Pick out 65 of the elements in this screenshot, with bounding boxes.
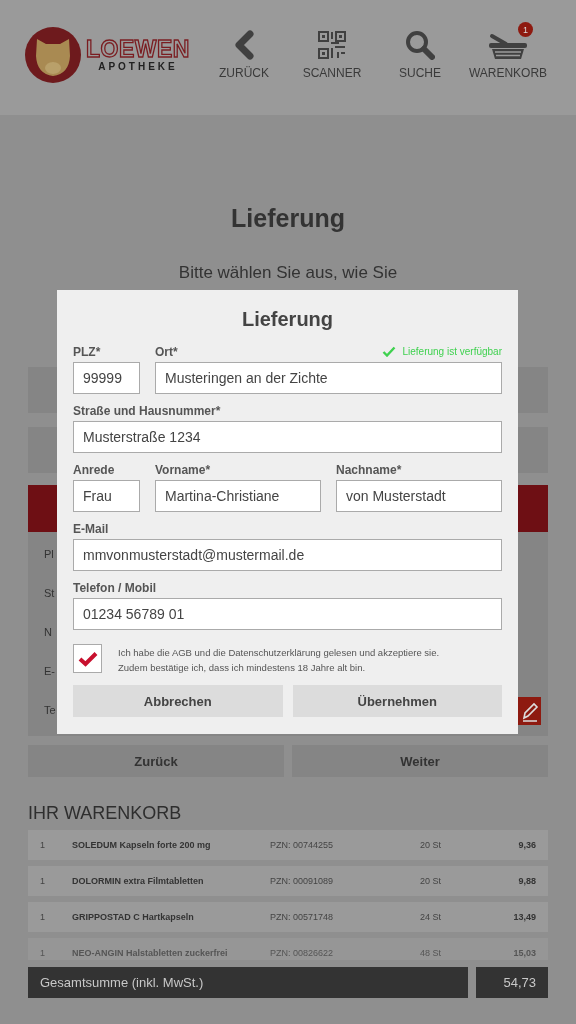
logo-subtitle: APOTHEKE <box>98 61 178 73</box>
price: 13,49 <box>513 912 536 922</box>
field-label: Ort* <box>155 344 178 360</box>
product-name: DOLORMIN extra Filmtabletten <box>72 876 205 886</box>
input-field[interactable]: von Musterstadt <box>336 480 502 512</box>
field-label: St <box>44 586 55 601</box>
field-label: Pl <box>44 547 54 562</box>
nav-button[interactable]: SCANNER <box>288 26 376 80</box>
field-label: Vorname* <box>155 462 211 478</box>
nav-button[interactable]: SUCHE <box>376 26 464 80</box>
qr-code-icon <box>317 30 347 60</box>
cart-title: IHR WARENKORB <box>28 803 183 824</box>
checkbox[interactable] <box>73 644 102 673</box>
quantity: 1 <box>40 912 46 922</box>
back-icon <box>232 30 256 60</box>
pzn-number: PZN: 00826622 <box>270 948 335 958</box>
input-field[interactable]: 01234 56789 01 <box>73 598 502 630</box>
pzn-number: PZN: 00571748 <box>270 912 335 922</box>
pack-size: 20 St <box>420 876 442 886</box>
field-label: Nachname* <box>336 462 402 478</box>
input-field[interactable]: Frau <box>73 480 140 512</box>
dialog-button[interactable]: Abbrechen <box>73 685 283 717</box>
field-label: PLZ* <box>73 344 101 360</box>
product-name: NEO-ANGIN Halstabletten zuckerfrei <box>72 948 229 958</box>
total-label: Gesamtsumme (inkl. MwSt.) <box>28 967 468 998</box>
consent-text: Ich habe die AGB und die Datenschutzerklärung gelesen und akzeptiere sie. Zudem bestätige ich, dass ich mindestens 18 Jahre alt bin. <box>118 646 440 675</box>
field-label: E-Mail <box>73 521 109 537</box>
field-label: Anrede <box>73 462 115 478</box>
input-field[interactable]: mmvonmusterstadt@mustermail.de <box>73 539 502 571</box>
checkmark-icon <box>77 650 98 667</box>
input-field[interactable]: 99999 <box>73 362 140 394</box>
pack-size: 24 St <box>420 912 442 922</box>
lion-logo-icon <box>24 26 82 84</box>
logo-wordmark: LOEWEN <box>86 37 190 61</box>
pzn-number: PZN: 00744255 <box>270 840 335 850</box>
nav-button[interactable]: ZURÜCK <box>200 26 288 80</box>
availability-status: Lieferung ist verfügbar <box>402 346 502 357</box>
product-name: SOLEDUM Kapseln forte 200 mg <box>72 840 212 850</box>
field-label: N <box>44 625 52 640</box>
field-label: Straße und Hausnummer* <box>73 403 221 419</box>
input-field[interactable]: Musterstraße 1234 <box>73 421 502 453</box>
field-label: E- <box>44 664 55 679</box>
field-label: Te <box>44 703 56 718</box>
quantity: 1 <box>40 840 46 850</box>
input-field[interactable]: Martina-Christiane <box>155 480 321 512</box>
dialog-title: Lieferung <box>240 307 335 332</box>
pack-size: 20 St <box>420 840 442 850</box>
dialog-button[interactable]: Übernehmen <box>292 685 502 717</box>
check-icon <box>382 346 397 357</box>
page-title: Lieferung <box>230 203 346 233</box>
price: 15,03 <box>513 948 536 958</box>
field-label: Telefon / Mobil <box>73 580 157 596</box>
price: 9,36 <box>518 840 536 850</box>
pack-size: 48 St <box>420 948 442 958</box>
product-name: GRIPPOSTAD C Hartkapseln <box>72 912 195 922</box>
quantity: 1 <box>40 948 46 958</box>
total-value: 54,73 <box>476 967 548 998</box>
edit-icon[interactable] <box>518 697 541 725</box>
pzn-number: PZN: 00091089 <box>270 876 335 886</box>
input-field[interactable]: Musteringen an der Zichte <box>155 362 502 394</box>
price: 9,88 <box>518 876 536 886</box>
quantity: 1 <box>40 876 46 886</box>
count-badge: 1 <box>518 22 533 37</box>
intro-text: Bitte wählen Sie aus, wie Sie <box>177 263 399 283</box>
search-icon <box>405 30 435 60</box>
